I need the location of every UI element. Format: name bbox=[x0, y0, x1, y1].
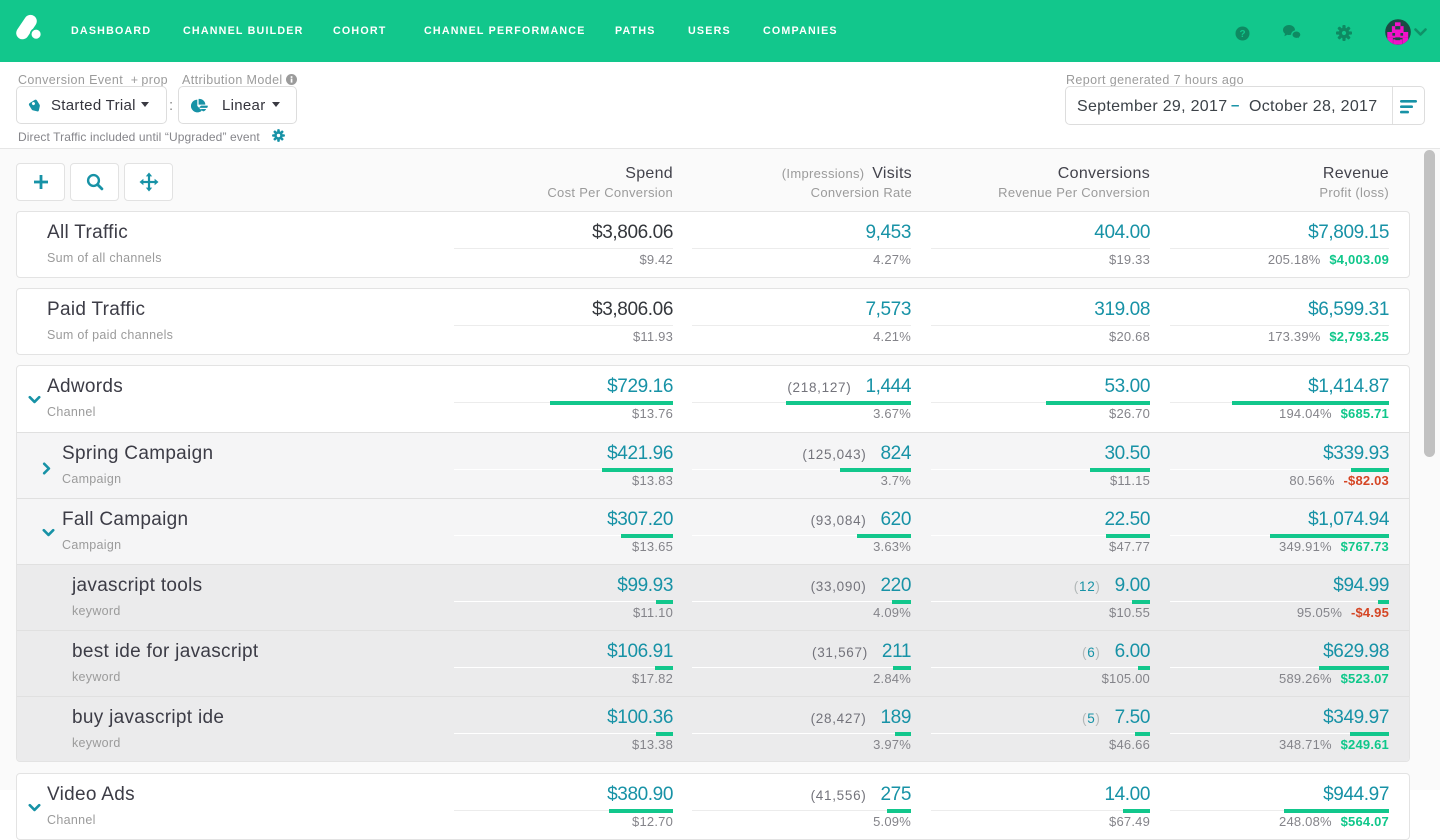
svg-text:?: ? bbox=[1239, 29, 1245, 40]
